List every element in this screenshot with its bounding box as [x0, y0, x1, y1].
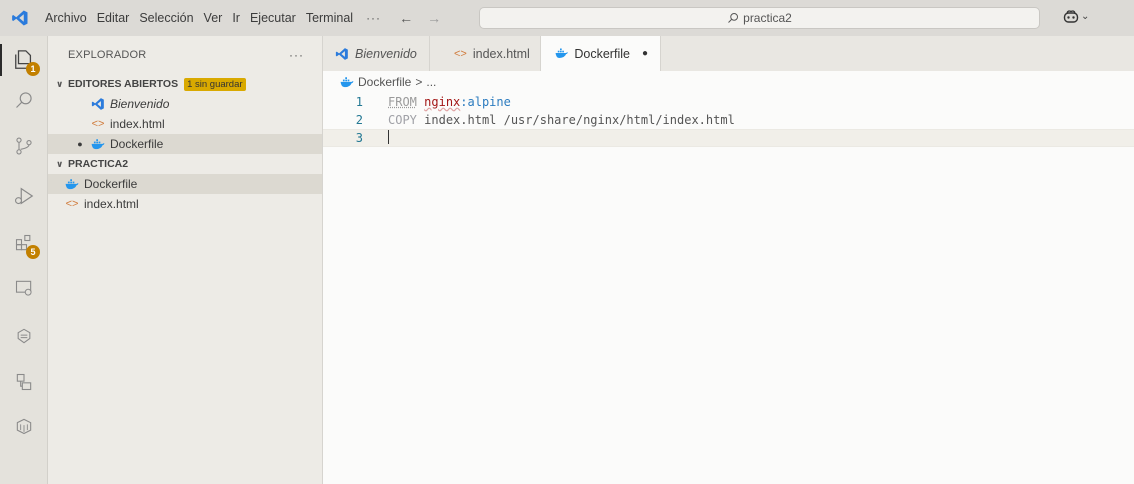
file-item[interactable]: <> index.html: [48, 194, 322, 214]
search-icon[interactable]: [0, 80, 48, 120]
colon: :: [460, 95, 468, 109]
copilot-icon: [1063, 10, 1079, 23]
open-editors-label: EDITORES ABIERTOS: [68, 78, 179, 90]
line-content: FROM nginx:alpine: [388, 95, 511, 109]
vscode-logo-icon: [0, 0, 40, 36]
vscode-logo-icon: [335, 47, 348, 60]
line-number: 3: [355, 131, 363, 145]
containers-icon[interactable]: [0, 362, 48, 402]
menu-ver[interactable]: Ver: [199, 11, 228, 25]
file-label: Dockerfile: [84, 177, 138, 191]
tab-bienvenido[interactable]: Bienvenido: [323, 36, 430, 71]
command-center-search[interactable]: practica2: [479, 7, 1040, 29]
docker-file-icon: [64, 178, 80, 190]
editor-tabs: Bienvenido <> index.html Dockerfile ●: [323, 36, 1134, 71]
open-editor-item[interactable]: Bienvenido: [48, 94, 322, 114]
text-cursor: [388, 129, 389, 144]
title-bar: Archivo Editar Selección Ver Ir Ejecutar…: [0, 0, 1134, 36]
folder-header[interactable]: ∨ PRACTICA2: [48, 154, 322, 174]
code-line[interactable]: 2 COPY index.html /usr/share/nginx/html/…: [323, 111, 1134, 129]
search-text: practica2: [743, 11, 792, 25]
breadcrumb-file[interactable]: Dockerfile: [358, 75, 411, 89]
tab-index-html[interactable]: <> index.html: [430, 36, 541, 71]
file-label: index.html: [84, 197, 139, 211]
keyword: COPY: [388, 113, 417, 127]
html-file-icon: <>: [454, 47, 467, 60]
arrow-right-icon[interactable]: →: [423, 10, 445, 26]
copy-args: index.html /usr/share/nginx/html/index.h…: [424, 113, 735, 127]
line-number: 2: [355, 113, 363, 127]
line-content: COPY index.html /usr/share/nginx/html/in…: [388, 113, 735, 127]
breadcrumb-separator: >: [415, 75, 423, 89]
image-name: nginx: [424, 95, 461, 109]
docker-icon[interactable]: [0, 316, 48, 356]
remote-explorer-icon[interactable]: [0, 268, 48, 308]
menu-seleccion[interactable]: Selección: [134, 11, 198, 25]
explorer-badge: 1: [26, 62, 40, 76]
code-editor[interactable]: Dockerfile > ... 1 FROM nginx:alpine 2 C…: [323, 71, 1134, 484]
explorer-sidebar: EXPLORADOR ··· ∨ EDITORES ABIERTOS 1 sin…: [48, 36, 323, 484]
open-editor-label: Dockerfile: [110, 137, 164, 151]
line-number: 1: [355, 95, 363, 109]
menu-bar: Archivo Editar Selección Ver Ir Ejecutar…: [40, 11, 389, 25]
folder-label: PRACTICA2: [68, 158, 129, 170]
source-control-icon[interactable]: [0, 126, 48, 166]
open-editor-item[interactable]: <> index.html: [48, 114, 322, 134]
database-icon[interactable]: [0, 406, 48, 446]
open-editor-item[interactable]: ● Dockerfile: [48, 134, 322, 154]
open-editors-header[interactable]: ∨ EDITORES ABIERTOS 1 sin guardar: [48, 74, 322, 94]
menu-terminal[interactable]: Terminal: [301, 11, 358, 25]
chevron-down-icon: ∨: [56, 158, 64, 169]
vscode-logo-icon: [90, 97, 106, 111]
tab-label: Dockerfile: [574, 46, 630, 61]
tab-label: index.html: [472, 46, 530, 61]
unsaved-dot-icon: ●: [77, 139, 83, 149]
open-editor-label: Bienvenido: [110, 97, 170, 111]
menu-archivo[interactable]: Archivo: [40, 11, 92, 25]
sidebar-more-button[interactable]: ···: [289, 48, 304, 62]
code-line[interactable]: 3: [323, 129, 1134, 147]
breadcrumb: Dockerfile > ...: [323, 71, 1134, 93]
docker-file-icon: [340, 76, 354, 87]
extensions-icon[interactable]: 5: [0, 223, 48, 263]
docker-file-icon: [90, 138, 106, 150]
menu-ejecutar[interactable]: Ejecutar: [245, 11, 301, 25]
breadcrumb-more[interactable]: ...: [426, 75, 436, 89]
explorer-icon[interactable]: 1: [0, 40, 48, 80]
menu-ir[interactable]: Ir: [227, 11, 245, 25]
menu-more-button[interactable]: ···: [358, 11, 389, 25]
activity-bar: 1 5: [0, 36, 48, 484]
chevron-down-icon: ⌄: [1081, 10, 1090, 22]
docker-file-icon: [555, 48, 568, 58]
chevron-down-icon: ∨: [56, 78, 64, 89]
unsaved-dot-icon[interactable]: ●: [642, 48, 648, 59]
html-file-icon: <>: [91, 118, 105, 130]
code-area[interactable]: 1 FROM nginx:alpine 2 COPY index.html /u…: [323, 93, 1134, 147]
image-tag: alpine: [467, 95, 511, 109]
sidebar-title: EXPLORADOR: [68, 49, 147, 61]
run-debug-icon[interactable]: [0, 176, 48, 216]
search-icon: [728, 13, 739, 23]
arrow-left-icon[interactable]: ←: [395, 10, 417, 26]
unsaved-badge: 1 sin guardar: [184, 77, 246, 91]
copilot-button[interactable]: ⌄: [1063, 9, 1089, 23]
menu-editar[interactable]: Editar: [92, 11, 135, 25]
code-line[interactable]: 1 FROM nginx:alpine: [323, 93, 1134, 111]
extensions-badge: 5: [26, 245, 40, 259]
file-item[interactable]: Dockerfile: [48, 174, 322, 194]
tab-label: Bienvenido: [355, 46, 417, 61]
keyword: FROM: [388, 95, 417, 109]
open-editor-label: index.html: [110, 117, 165, 131]
html-file-icon: <>: [65, 198, 79, 210]
line-content: [388, 129, 389, 147]
tab-dockerfile[interactable]: Dockerfile ●: [541, 36, 661, 71]
